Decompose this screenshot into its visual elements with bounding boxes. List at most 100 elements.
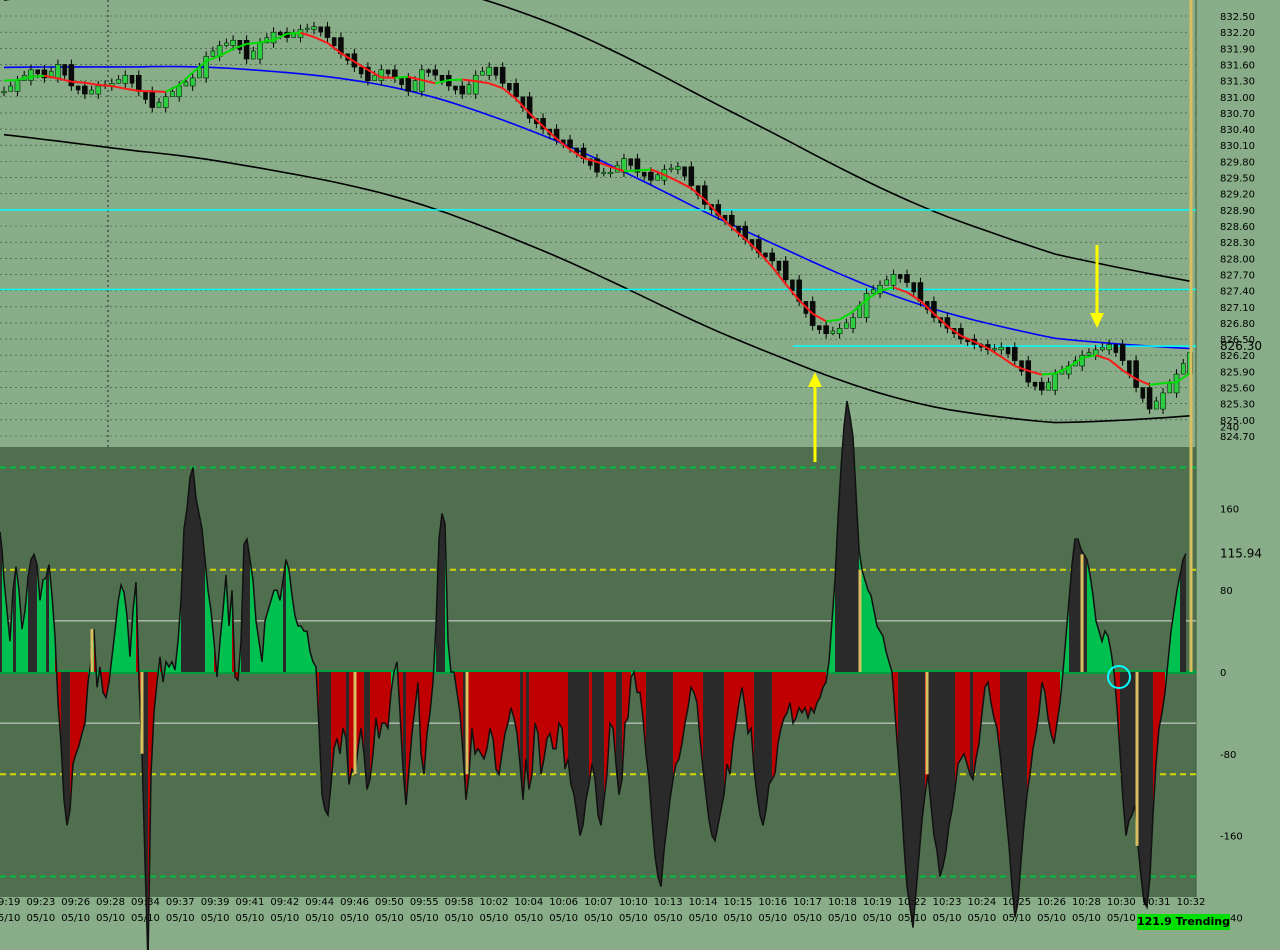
candle-body xyxy=(817,325,822,330)
date-tick-label: 05/10 xyxy=(340,913,369,924)
time-tick-label: 09:50 xyxy=(375,897,404,908)
candle-body xyxy=(729,214,735,227)
date-tick-label: 05/10 xyxy=(793,913,822,924)
histogram-bar xyxy=(547,672,550,739)
histogram-bar xyxy=(712,672,715,841)
date-tick-label: 05/10 xyxy=(654,913,683,924)
candle-body xyxy=(507,83,512,91)
moving-average-segment xyxy=(152,90,166,93)
histogram-bar xyxy=(199,513,202,672)
histogram-bar xyxy=(76,672,79,754)
histogram-bar xyxy=(277,590,280,672)
candle-body xyxy=(251,50,256,60)
time-tick-label: 09:34 xyxy=(131,897,160,908)
candle-body xyxy=(405,77,412,92)
histogram-bar xyxy=(190,467,193,672)
price-axis-labels: 832.50 832.20 831.90 831.60 831.30 831.00 830.… xyxy=(1220,12,1262,443)
histogram-bar xyxy=(967,672,970,775)
price-tick-label: 824.70 xyxy=(1220,432,1255,443)
date-tick-label: 05/10 xyxy=(584,913,613,924)
candle-body xyxy=(480,70,485,76)
candle-body xyxy=(170,91,175,98)
candle-body xyxy=(1039,381,1045,391)
candle-body xyxy=(998,346,1005,351)
date-tick-label: 05/10 xyxy=(410,913,439,924)
candle-body xyxy=(385,69,391,75)
trading-chart-window: 832.50 832.20 831.90 831.60 831.30 831.00 830.… xyxy=(0,0,1280,950)
histogram-bar xyxy=(442,513,445,672)
candle-body xyxy=(904,274,910,283)
histogram-bar xyxy=(970,672,973,780)
candle-body xyxy=(378,69,385,81)
histogram-bar xyxy=(748,672,751,734)
price-tick-label: 828.30 xyxy=(1220,238,1255,249)
candle-body xyxy=(1086,352,1092,356)
candle-body xyxy=(278,31,283,36)
date-tick-label: 05/10 xyxy=(863,913,892,924)
oscillator-tick-label: 160 xyxy=(1220,504,1239,515)
candle-body xyxy=(1106,344,1112,351)
candle-body xyxy=(1100,346,1105,351)
time-tick-label: 10:31 xyxy=(1142,897,1171,908)
oscillator-axis-labels: 240160800-80-160-240115.94 xyxy=(1220,423,1262,925)
histogram-bar xyxy=(1183,553,1186,672)
candle-body xyxy=(1012,346,1018,361)
candle-body xyxy=(682,166,687,177)
time-axis-labels: 09:19 05/10 09:23 05/10 09:26 05/10 09:28 05/10… xyxy=(0,897,1205,924)
candle-body xyxy=(82,85,88,95)
histogram-bar xyxy=(862,569,865,672)
time-tick-label: 10:02 xyxy=(480,897,509,908)
price-and-oscillator-chart[interactable]: 832.50 832.20 831.90 831.60 831.30 831.00 830.… xyxy=(0,0,1280,950)
moving-average-segment xyxy=(3,78,18,82)
candle-body xyxy=(1119,344,1126,361)
candle-body xyxy=(176,85,182,98)
histogram-bar xyxy=(580,672,583,836)
price-tick-label: 827.70 xyxy=(1220,270,1255,281)
histogram-bar xyxy=(718,672,721,826)
oscillator-last-value-label: 115.94 xyxy=(1220,546,1262,560)
histogram-bar xyxy=(727,672,730,775)
histogram-bar xyxy=(802,672,805,713)
moving-average-segment xyxy=(286,31,301,35)
date-tick-label: 05/10 xyxy=(270,913,299,924)
candle-body xyxy=(392,69,398,79)
candle-body xyxy=(1005,346,1011,355)
candle-body xyxy=(1140,387,1146,399)
histogram-bar xyxy=(769,672,772,785)
time-tick-label: 10:15 xyxy=(723,897,752,908)
time-tick-label: 10:17 xyxy=(793,897,822,908)
candle-body xyxy=(648,171,654,181)
price-tick-label: 825.90 xyxy=(1220,367,1255,378)
candle-body xyxy=(1173,373,1180,394)
histogram-bar xyxy=(1144,672,1147,908)
moving-average-segment xyxy=(71,80,85,84)
candle-body xyxy=(1154,400,1159,410)
candle-body xyxy=(830,330,836,334)
candle-body xyxy=(472,74,479,95)
candle-body xyxy=(35,69,40,75)
histogram-bar xyxy=(298,625,301,672)
histogram-bar xyxy=(1141,672,1144,903)
histogram-bar xyxy=(496,672,499,775)
candle-body xyxy=(1032,381,1038,387)
candle-body xyxy=(399,77,404,85)
candle-body xyxy=(486,66,492,76)
histogram-bar xyxy=(763,672,766,826)
candle-body xyxy=(782,260,789,281)
histogram-bar xyxy=(271,590,274,672)
histogram-bar xyxy=(958,672,961,765)
histogram-bar xyxy=(961,672,964,759)
histogram-bar xyxy=(553,672,556,749)
candle-body xyxy=(89,89,94,95)
moving-average-segment xyxy=(1041,372,1056,376)
date-tick-label: 05/10 xyxy=(933,913,962,924)
price-tick-label: 827.10 xyxy=(1220,303,1255,314)
histogram-bar xyxy=(1084,554,1087,672)
candle-body xyxy=(1146,387,1153,410)
date-tick-label: 05/10 xyxy=(1002,913,1031,924)
price-tick-label: 830.70 xyxy=(1220,109,1255,120)
histogram-bar xyxy=(478,672,481,754)
oscillator-tick-label: 0 xyxy=(1220,668,1226,679)
time-tick-label: 10:23 xyxy=(933,897,962,908)
histogram-bar xyxy=(907,672,910,908)
